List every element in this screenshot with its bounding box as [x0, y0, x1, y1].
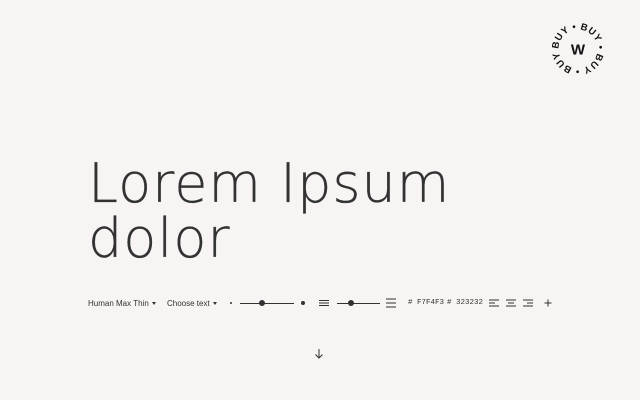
specimen-line-2: dolor — [88, 207, 231, 270]
leading-loose-icon — [386, 297, 396, 309]
align-left-icon[interactable] — [489, 297, 499, 309]
line-height-slider-thumb[interactable] — [348, 300, 355, 306]
font-size-slider-thumb[interactable] — [258, 300, 265, 306]
buy-badge-letter: W — [571, 42, 586, 59]
font-size-slider-track — [240, 302, 294, 304]
font-select[interactable]: Human Max Thin — [88, 294, 156, 312]
text-select-label: Choose text — [167, 298, 210, 308]
align-center-icon[interactable] — [506, 297, 516, 309]
font-select-label: Human Max Thin — [88, 298, 149, 308]
type-specimen[interactable]: Lorem Ipsum dolor — [88, 156, 508, 266]
specimen-line-1: Lorem Ipsum — [88, 152, 451, 215]
chevron-down-icon — [212, 301, 217, 305]
text-color-value: # 323232 — [447, 299, 484, 307]
font-size-slider[interactable] — [240, 294, 294, 312]
text-select[interactable]: Choose text — [167, 294, 217, 312]
specimen-toolbar: Human Max Thin Choose text # F7F4F3 # 32… — [88, 294, 568, 312]
buy-badge-icon: BUY • BUY • BUY • BUY • W — [552, 23, 604, 75]
background-color-value: # F7F4F3 — [408, 299, 445, 307]
chevron-down-icon — [151, 301, 156, 305]
size-small-icon — [230, 302, 232, 304]
align-right-icon[interactable] — [523, 297, 533, 309]
size-large-icon — [301, 301, 305, 305]
scroll-down-arrow-icon[interactable] — [313, 347, 325, 361]
buy-badge[interactable]: BUY • BUY • BUY • BUY • W — [552, 23, 604, 75]
line-height-slider-track — [337, 302, 380, 304]
leading-tight-icon — [319, 297, 329, 309]
plus-icon[interactable] — [543, 297, 553, 309]
background-color-input[interactable]: # F7F4F3 — [408, 294, 444, 312]
text-color-input[interactable]: # 323232 — [447, 294, 483, 312]
line-height-slider[interactable] — [337, 294, 380, 312]
